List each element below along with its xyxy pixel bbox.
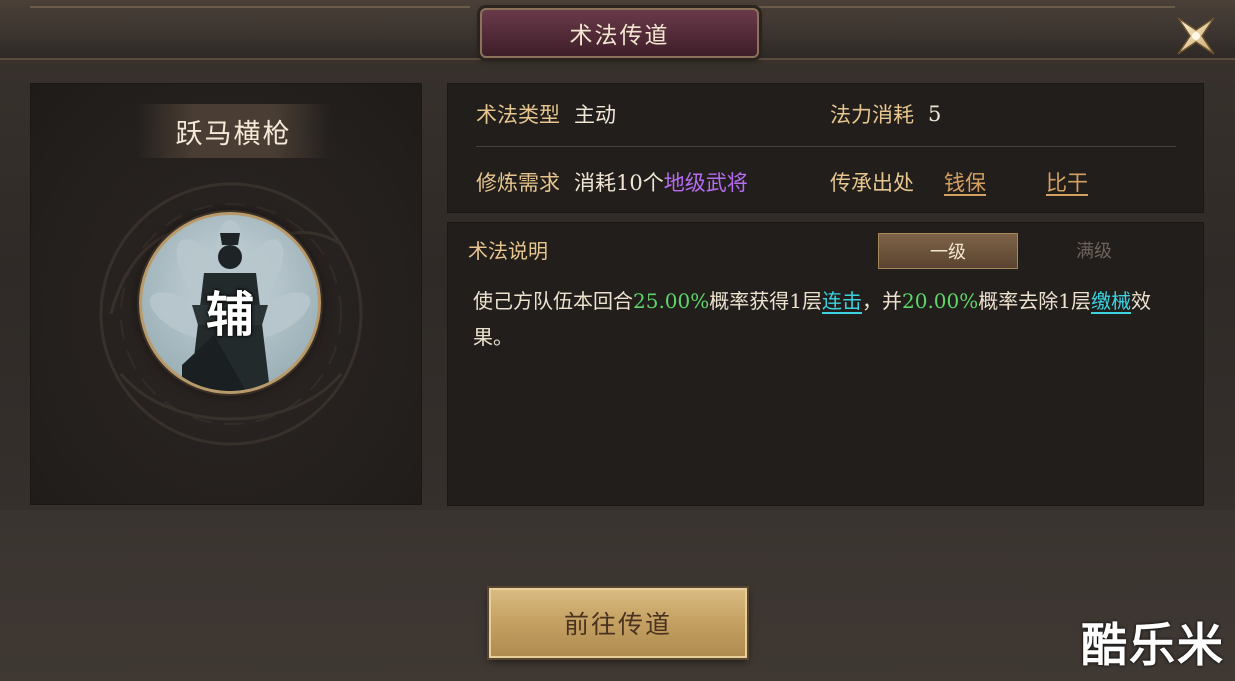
requirement-row: 修炼需求 消耗10个 地级武将 — [476, 167, 748, 197]
skill-portrait-panel: 跃马横枪 辅 — [30, 83, 422, 505]
desc-part-2: 概率获得1层 — [709, 289, 822, 313]
skill-type-label: 术法类型 — [476, 103, 560, 127]
watermark-logo: 酷乐米 — [1081, 618, 1225, 672]
close-button[interactable] — [1168, 8, 1224, 64]
title-plate: 术法传道 — [480, 8, 759, 58]
desc-part-1: 使己方队伍本回合 — [473, 289, 633, 313]
skill-description-panel: 术法说明 一级 满级 使己方队伍本回合25.00%概率获得1层连击，并20.00… — [447, 222, 1204, 506]
source-link-0[interactable]: 钱保 — [944, 167, 986, 197]
role-glyph: 辅 — [205, 287, 254, 343]
desc-value-1: 25.00% — [633, 289, 710, 313]
tab-max-level[interactable]: 满级 — [1025, 233, 1163, 267]
requirement-label: 修炼需求 — [476, 171, 560, 195]
keyword-combo-link[interactable]: 连击 — [822, 289, 862, 313]
close-x-icon — [1177, 17, 1215, 55]
skill-transmission-window: 术法传道 跃马横枪 辅 术法类型 主动 法力消耗 5 修炼需求 消耗10个 地级… — [0, 0, 1235, 681]
top-ornament-left — [30, 6, 470, 48]
keyword-disarm-link[interactable]: 缴械 — [1091, 289, 1131, 313]
desc-value-2: 20.00% — [902, 289, 979, 313]
skill-name: 跃马横枪 — [175, 118, 292, 150]
mana-cost-label: 法力消耗 — [830, 103, 914, 127]
mana-cost-value: 5 — [928, 102, 942, 126]
window-title: 术法传道 — [569, 23, 670, 49]
source-link-1[interactable]: 比干 — [1046, 167, 1088, 197]
skill-info-panel: 术法类型 主动 法力消耗 5 修炼需求 消耗10个 地级武将 传承出处 钱保 比… — [447, 83, 1204, 213]
source-row: 传承出处 钱保 比干 — [830, 167, 1088, 197]
tab-level-1[interactable]: 一级 — [878, 233, 1018, 269]
skill-type-row: 术法类型 主动 — [476, 99, 616, 129]
requirement-prefix: 消耗10个 — [574, 171, 664, 195]
go-transmit-button[interactable]: 前往传道 — [489, 588, 747, 658]
requirement-highlight: 地级武将 — [663, 171, 748, 195]
mana-cost-row: 法力消耗 5 — [830, 99, 941, 129]
go-transmit-label: 前往传道 — [563, 610, 672, 639]
description-text: 使己方队伍本回合25.00%概率获得1层连击，并20.00%概率去除1层缴械效果… — [473, 283, 1183, 355]
desc-part-3: ，并 — [862, 289, 902, 313]
top-ornament-right — [735, 6, 1175, 48]
skill-portrait: 辅 — [139, 212, 321, 394]
description-title: 术法说明 — [468, 239, 548, 263]
skill-type-value: 主动 — [574, 103, 616, 127]
source-label: 传承出处 — [830, 171, 914, 195]
skill-name-plate: 跃马横枪 — [136, 104, 331, 158]
desc-part-4: 概率去除1层 — [978, 289, 1091, 313]
info-divider — [476, 146, 1176, 147]
